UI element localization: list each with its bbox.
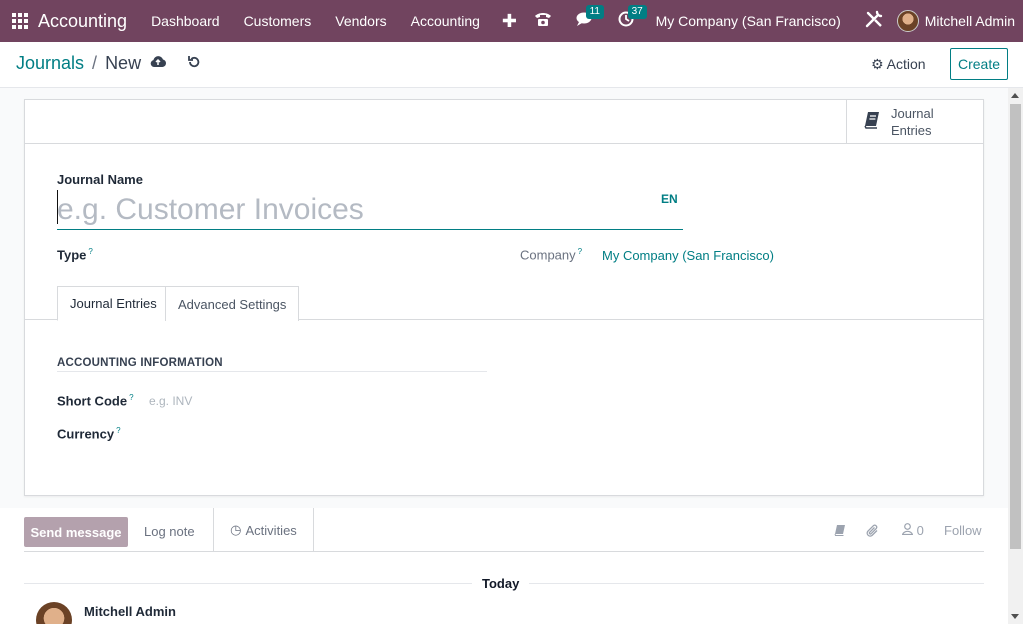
short-code-label-text: Short Code [57, 393, 128, 409]
help-tooltip-icon[interactable]: ? [116, 426, 120, 435]
discard-undo-icon[interactable] [187, 55, 201, 73]
top-navbar: Accounting Dashboard Customers Vendors A… [0, 0, 1023, 42]
create-button[interactable]: Create [950, 48, 1008, 80]
form-sheet: Journal Entries Journal Name EN Type? Co… [24, 99, 984, 496]
date-separator-today: Today [472, 576, 530, 591]
help-tooltip-icon[interactable]: ? [578, 247, 582, 256]
short-code-input[interactable] [149, 392, 349, 410]
company-label: Company? [520, 247, 582, 262]
tab-journal-entries[interactable]: Journal Entries [57, 286, 170, 321]
menu-customers[interactable]: Customers [232, 13, 324, 29]
app-menu-grid-icon[interactable] [0, 0, 40, 42]
control-panel: Journals / New ⚙ Action Create [0, 42, 1023, 88]
journal-entries-smart-button[interactable]: Journal Entries [846, 100, 983, 144]
activities-clock-icon[interactable]: 37 [606, 5, 647, 31]
message-author[interactable]: Mitchell Admin [84, 604, 176, 619]
chatter: Send message Log note ◷ Activities 0 Fol… [0, 508, 1008, 624]
translate-language-button[interactable]: EN [661, 192, 678, 206]
debug-tools-icon[interactable] [855, 10, 893, 33]
breadcrumb-separator: / [92, 53, 98, 73]
save-cloud-icon[interactable] [150, 55, 166, 72]
scrollbar-thumb[interactable] [1010, 104, 1021, 549]
app-brand[interactable]: Accounting [38, 11, 127, 32]
journal-name-label: Journal Name [57, 172, 143, 187]
scroll-down-arrow-icon[interactable] [1011, 614, 1019, 619]
book-icon[interactable] [834, 524, 846, 539]
text-caret [57, 190, 58, 224]
smart-button-label: Journal Entries [891, 106, 934, 138]
currency-label: Currency? [57, 426, 121, 441]
menu-accounting[interactable]: Accounting [399, 13, 492, 29]
menu-dashboard[interactable]: Dashboard [139, 13, 232, 29]
breadcrumb-current: New [105, 53, 142, 73]
followers-count: 0 [916, 523, 924, 538]
followers-button[interactable]: 0 [901, 523, 924, 538]
short-code-label: Short Code? [57, 393, 134, 408]
smart-button-box: Journal Entries [25, 100, 983, 144]
currency-label-text: Currency [57, 426, 115, 442]
log-note-button[interactable]: Log note [144, 524, 195, 539]
user-icon [901, 523, 914, 536]
send-message-button[interactable]: Send message [24, 517, 128, 547]
activities-label: Activities [245, 522, 297, 538]
menu-vendors[interactable]: Vendors [323, 13, 398, 29]
activities-count-badge: 37 [627, 5, 647, 19]
chatter-topbar: Send message Log note ◷ Activities 0 Fol… [24, 508, 984, 552]
accounting-information-heading: ACCOUNTING INFORMATION [57, 357, 487, 372]
clock-icon: ◷ [230, 522, 242, 537]
action-menu-button[interactable]: ⚙ Action [871, 56, 926, 73]
company-field-value[interactable]: My Company (San Francisco) [602, 248, 774, 263]
paperclip-icon[interactable] [866, 524, 880, 541]
phone-icon[interactable] [522, 11, 564, 31]
form-view: Journal Entries Journal Name EN Type? Co… [0, 88, 1008, 624]
user-menu[interactable]: Mitchell Admin [893, 10, 1023, 32]
messages-count-badge: 11 [585, 5, 604, 19]
help-tooltip-icon[interactable]: ? [88, 247, 92, 256]
user-name: Mitchell Admin [924, 13, 1015, 29]
activities-button[interactable]: ◷ Activities [213, 508, 314, 552]
messages-icon[interactable]: 11 [564, 5, 606, 31]
type-label-text: Type [57, 247, 87, 263]
notebook-tabs: Journal Entries Advanced Settings [25, 286, 983, 321]
book-icon [863, 111, 881, 134]
company-label-text: Company [520, 247, 576, 263]
company-switcher[interactable]: My Company (San Francisco) [646, 13, 855, 29]
vertical-scrollbar[interactable] [1008, 88, 1023, 624]
breadcrumb-journals-link[interactable]: Journals [16, 53, 84, 74]
breadcrumb: Journals / New [16, 53, 141, 74]
follow-button[interactable]: Follow [944, 523, 982, 538]
avatar[interactable] [36, 602, 72, 624]
journal-name-input[interactable] [57, 190, 683, 230]
scroll-up-arrow-icon[interactable] [1011, 93, 1019, 98]
avatar [896, 10, 919, 32]
tab-advanced-settings[interactable]: Advanced Settings [165, 286, 300, 321]
type-label: Type? [57, 247, 93, 262]
help-tooltip-icon[interactable]: ? [129, 393, 133, 402]
